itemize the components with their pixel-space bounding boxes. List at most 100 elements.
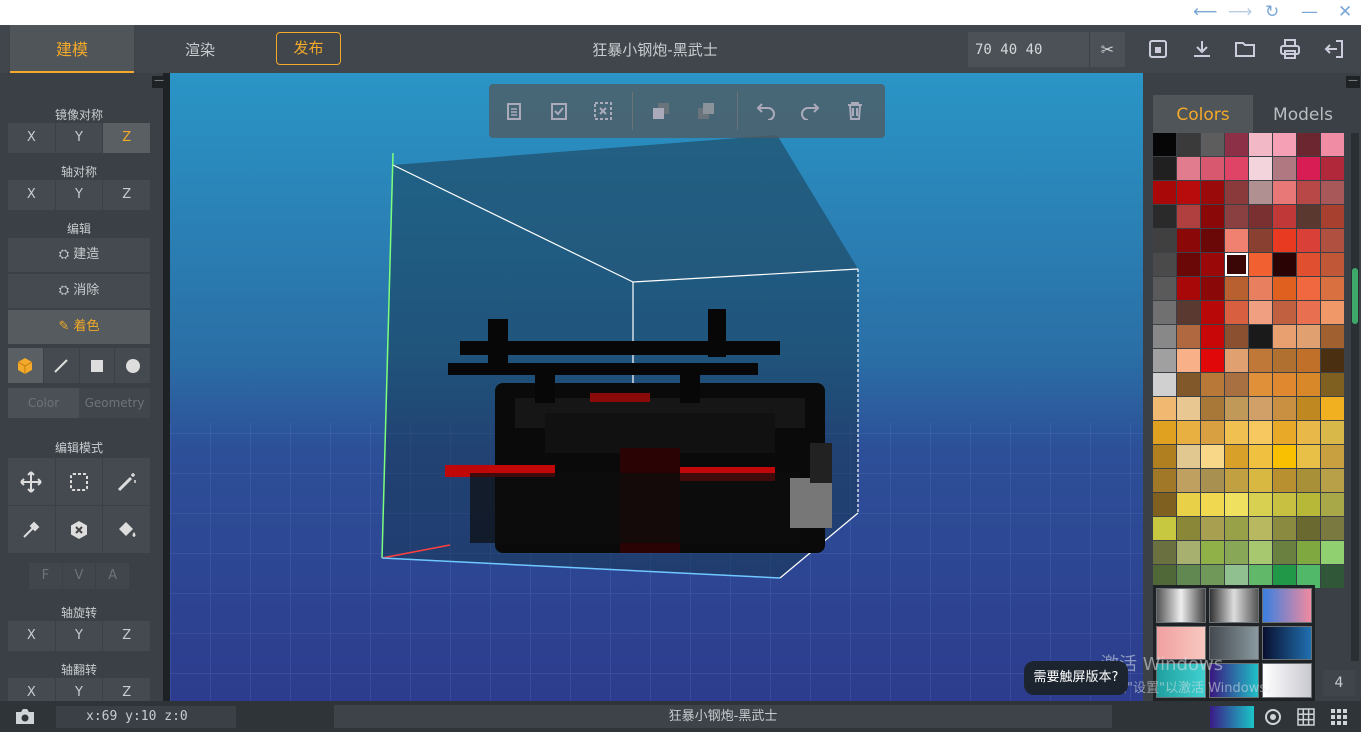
grid-icon[interactable] <box>1297 708 1315 730</box>
color-swatch[interactable] <box>1225 277 1248 300</box>
gradient-swatch[interactable] <box>1262 625 1312 661</box>
flip-z-button[interactable]: Z <box>103 678 150 701</box>
a-button[interactable]: A <box>96 563 130 589</box>
color-swatch[interactable] <box>1273 349 1296 372</box>
color-swatch[interactable] <box>1177 205 1200 228</box>
tab-models[interactable]: Models <box>1253 95 1353 133</box>
color-swatch[interactable] <box>1153 493 1176 516</box>
color-swatch[interactable] <box>1177 541 1200 564</box>
close-icon[interactable]: ✕ <box>1338 2 1352 22</box>
color-swatch[interactable] <box>1153 373 1176 396</box>
color-swatch[interactable] <box>1201 181 1224 204</box>
color-swatch[interactable] <box>1153 349 1176 372</box>
color-swatch[interactable] <box>1297 157 1320 180</box>
erase-button[interactable]: ⛭ 消除 <box>8 274 150 308</box>
color-swatch[interactable] <box>1297 541 1320 564</box>
color-swatch[interactable] <box>1177 397 1200 420</box>
color-swatch[interactable] <box>1225 157 1248 180</box>
collapse-left-icon[interactable]: — <box>152 76 166 88</box>
color-swatch[interactable] <box>1249 205 1272 228</box>
color-swatch[interactable] <box>1201 277 1224 300</box>
color-swatch[interactable] <box>1321 349 1344 372</box>
color-swatch[interactable] <box>1153 397 1176 420</box>
color-swatch[interactable] <box>1273 397 1296 420</box>
mirror-y-button[interactable]: Y <box>55 123 103 153</box>
color-swatch[interactable] <box>1153 253 1176 276</box>
color-swatch[interactable] <box>1153 541 1176 564</box>
color-swatch[interactable] <box>1177 229 1200 252</box>
color-swatch[interactable] <box>1225 397 1248 420</box>
exit-icon[interactable] <box>1323 38 1345 60</box>
color-swatch[interactable] <box>1321 493 1344 516</box>
color-swatch[interactable] <box>1153 229 1176 252</box>
minimize-icon[interactable]: — <box>1301 2 1318 22</box>
color-swatch[interactable] <box>1249 181 1272 204</box>
current-gradient-swatch[interactable] <box>1210 706 1254 728</box>
color-swatch[interactable] <box>1201 301 1224 324</box>
color-swatch[interactable] <box>1225 133 1248 156</box>
color-swatch[interactable] <box>1201 445 1224 468</box>
download-icon[interactable] <box>1191 38 1213 60</box>
color-swatch[interactable] <box>1297 133 1320 156</box>
color-swatch[interactable] <box>1177 445 1200 468</box>
color-swatch[interactable] <box>1249 469 1272 492</box>
scissor-icon[interactable]: ✂ <box>1089 32 1125 67</box>
color-swatch[interactable] <box>1177 157 1200 180</box>
magic-wand-icon[interactable] <box>103 458 150 505</box>
eyedropper-icon[interactable] <box>8 506 55 553</box>
color-swatch[interactable] <box>1153 301 1176 324</box>
color-swatch[interactable] <box>1177 493 1200 516</box>
flip-y-button[interactable]: Y <box>55 678 103 701</box>
color-swatch[interactable] <box>1153 325 1176 348</box>
color-swatch[interactable] <box>1225 181 1248 204</box>
tab-build[interactable]: 建模 <box>10 25 134 73</box>
trash-icon[interactable] <box>843 99 867 123</box>
color-swatch[interactable] <box>1177 349 1200 372</box>
color-swatch[interactable] <box>1177 517 1200 540</box>
print-icon[interactable] <box>1279 38 1301 60</box>
color-swatch[interactable] <box>1201 349 1224 372</box>
color-swatch[interactable] <box>1249 493 1272 516</box>
color-swatch[interactable] <box>1297 445 1320 468</box>
color-swatch[interactable] <box>1225 517 1248 540</box>
color-swatch[interactable] <box>1249 229 1272 252</box>
color-swatch[interactable] <box>1249 277 1272 300</box>
color-swatch[interactable] <box>1153 445 1176 468</box>
color-swatch[interactable] <box>1273 205 1296 228</box>
rotate-z-button[interactable]: Z <box>103 621 151 651</box>
color-swatch[interactable] <box>1249 157 1272 180</box>
color-swatch[interactable] <box>1297 493 1320 516</box>
dots-grid-icon[interactable] <box>1330 708 1348 730</box>
color-swatch[interactable] <box>1273 277 1296 300</box>
select-box-icon[interactable] <box>55 458 103 505</box>
color-swatch[interactable] <box>1321 517 1344 540</box>
paint-bucket-icon[interactable] <box>103 506 150 553</box>
line-shape-button[interactable] <box>43 348 79 383</box>
color-swatch[interactable] <box>1297 325 1320 348</box>
color-swatch[interactable] <box>1153 277 1176 300</box>
color-swatch[interactable] <box>1249 133 1272 156</box>
tab-colors[interactable]: Colors <box>1153 95 1253 133</box>
color-swatch[interactable] <box>1321 397 1344 420</box>
color-swatch[interactable] <box>1177 277 1200 300</box>
color-swatch[interactable] <box>1225 349 1248 372</box>
color-swatch[interactable] <box>1297 421 1320 444</box>
tab-render[interactable]: 渲染 <box>150 25 250 73</box>
color-swatch[interactable] <box>1273 421 1296 444</box>
color-swatch[interactable] <box>1249 397 1272 420</box>
color-swatch[interactable] <box>1201 397 1224 420</box>
color-swatch[interactable] <box>1297 517 1320 540</box>
color-swatch[interactable] <box>1153 517 1176 540</box>
color-swatch[interactable] <box>1201 373 1224 396</box>
color-swatch[interactable] <box>1273 445 1296 468</box>
color-swatch[interactable] <box>1225 325 1248 348</box>
color-swatch[interactable] <box>1321 445 1344 468</box>
color-swatch[interactable] <box>1201 469 1224 492</box>
back-arrow-icon[interactable]: ⟵ <box>1193 2 1217 22</box>
pen-size-value[interactable]: 4 <box>1323 670 1355 696</box>
color-swatch[interactable] <box>1249 517 1272 540</box>
color-swatch[interactable] <box>1297 373 1320 396</box>
color-swatch[interactable] <box>1273 325 1296 348</box>
square-shape-button[interactable] <box>79 348 115 383</box>
color-swatch[interactable] <box>1249 301 1272 324</box>
